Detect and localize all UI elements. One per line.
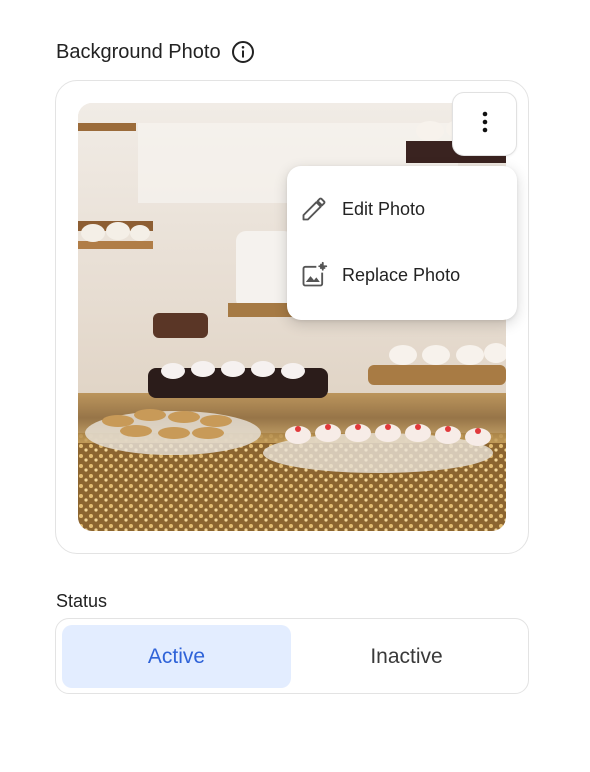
menu-item-edit-photo[interactable]: Edit Photo: [287, 176, 517, 242]
menu-item-replace-photo[interactable]: Replace Photo: [287, 242, 517, 308]
photo-options-menu: Edit Photo Replace Photo: [287, 166, 517, 320]
image-add-icon: [300, 261, 328, 289]
status-option-inactive[interactable]: Inactive: [292, 625, 521, 688]
more-options-button[interactable]: [452, 92, 517, 156]
status-toggle: Active Inactive: [55, 618, 529, 694]
menu-item-label: Replace Photo: [342, 264, 461, 285]
pencil-icon: [300, 195, 328, 223]
info-icon[interactable]: [231, 40, 255, 64]
vertical-dots-icon: [482, 110, 488, 139]
background-photo-header: Background Photo: [56, 40, 255, 64]
status-label: Status: [56, 591, 108, 611]
status-option-active[interactable]: Active: [62, 625, 291, 688]
background-photo-title: Background Photo: [56, 40, 221, 63]
menu-item-label: Edit Photo: [342, 198, 426, 219]
